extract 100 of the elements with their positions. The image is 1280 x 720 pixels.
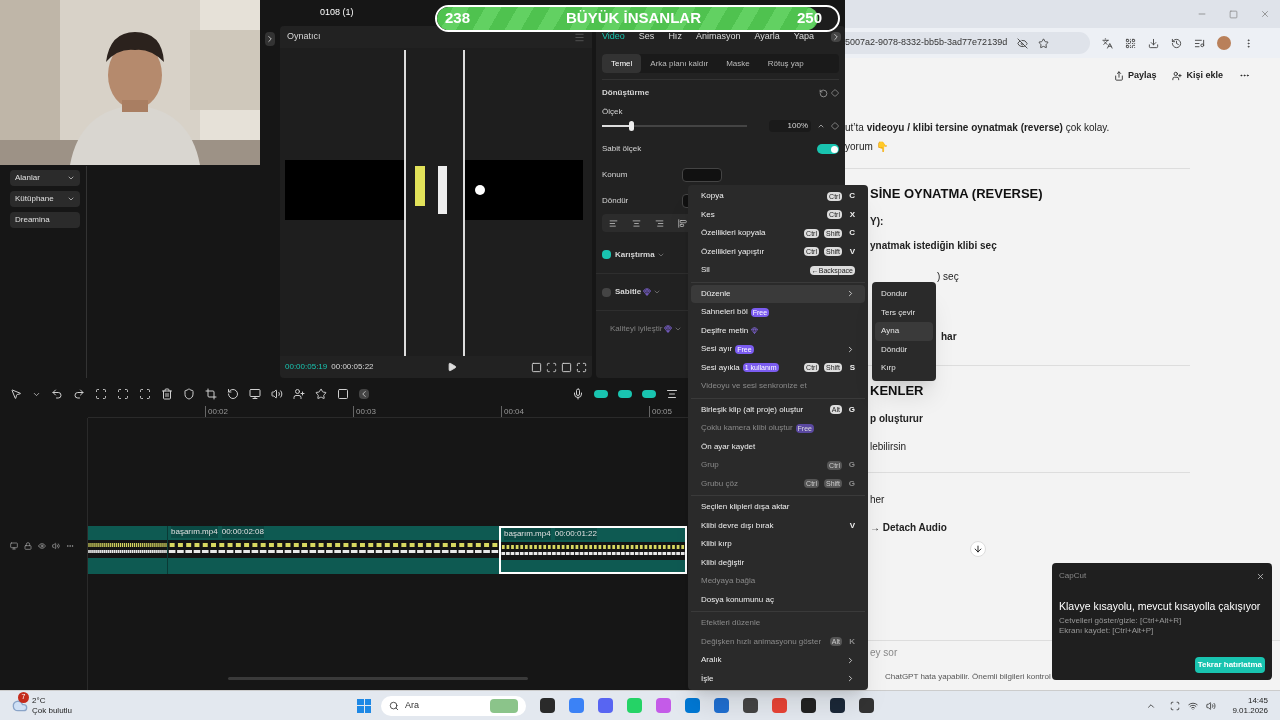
shortcut-key: C bbox=[847, 227, 855, 240]
article-text: ynatmak istediğin klibi seç bbox=[870, 238, 997, 253]
time-label: 00:04 bbox=[501, 406, 525, 417]
address-bar[interactable]: 5007a2-9078-8332-bb5b-3ad77e72139d bbox=[845, 32, 1090, 54]
clock-date[interactable]: 9.01.2026 bbox=[1232, 705, 1268, 716]
shortcut-key: V bbox=[847, 245, 855, 258]
option-label: Kaliteyi iyileştir bbox=[610, 323, 663, 335]
menu-label: Sil bbox=[701, 264, 710, 277]
time-label: 00:02 bbox=[205, 406, 229, 417]
menu-item[interactable]: Deşifre metin bbox=[691, 321, 865, 340]
total-time: 00:00:05:22 bbox=[331, 361, 374, 373]
menu-label: Deşifre metin bbox=[701, 324, 749, 337]
menu-item[interactable]: Düzenle bbox=[691, 284, 865, 303]
menu-item[interactable]: Dosya konumunu aç bbox=[691, 590, 865, 609]
window-title: 0108 (1) bbox=[320, 6, 354, 20]
menu-item[interactable]: Seçilen klipleri dışa aktar bbox=[691, 498, 865, 517]
menu-label: Değişken hızlı animasyonu göster bbox=[701, 635, 822, 648]
menu-label: Grubu çöz bbox=[701, 477, 738, 490]
subtab[interactable]: Arka planı kaldır bbox=[641, 54, 718, 73]
field-label: Sabit ölçek bbox=[602, 143, 642, 155]
subtab[interactable]: Rötuş yap bbox=[758, 54, 813, 73]
menu-label: Grup bbox=[701, 459, 719, 472]
inspector-tab[interactable]: Yapa bbox=[793, 30, 815, 44]
sidebar-item[interactable]: Alanlar bbox=[10, 170, 80, 186]
menu-label: Düzenle bbox=[701, 287, 731, 300]
subtab[interactable]: Maske bbox=[717, 54, 759, 73]
menu-label: Klibi değiştir bbox=[701, 556, 745, 569]
clock-time[interactable]: 14:45 bbox=[1247, 695, 1268, 706]
menu-item[interactable]: Döndür bbox=[875, 340, 933, 359]
article-text: ut’ta videoyu / klibi tersine oynatmak (reverse) çok kolay. bbox=[845, 122, 1110, 133]
current-time: 00:00:05:19 bbox=[285, 361, 328, 373]
menu-item[interactable]: Ön ayar kaydet bbox=[691, 437, 865, 456]
article-text: Y): bbox=[870, 214, 884, 229]
menu-label: Videoyu ve sesi senkronize et bbox=[701, 380, 807, 393]
app-name: CapCut bbox=[1059, 570, 1087, 582]
video-clip[interactable]: başarım.mp4 00:00:02:08 bbox=[167, 526, 499, 574]
time-label: 00:05 bbox=[649, 406, 673, 417]
menu-label: Özellikleri yapıştır bbox=[701, 245, 765, 258]
scale-value[interactable]: 100% bbox=[769, 120, 811, 132]
shortcut-key: X bbox=[847, 208, 855, 221]
shortcut-key: G bbox=[847, 477, 855, 490]
menu-item[interactable]: Aralık bbox=[691, 651, 865, 670]
sidebar-item[interactable]: Kütüphane bbox=[10, 191, 80, 207]
shortcut-key: V bbox=[847, 519, 855, 532]
goal-title: BÜYÜK İNSANLAR bbox=[566, 8, 701, 29]
video-clip[interactable]: başarım.mp4 00:00:01:22 bbox=[499, 526, 687, 574]
clip-name: başarım.mp4 bbox=[504, 528, 551, 540]
temperature: 2°C bbox=[32, 695, 47, 706]
menu-item[interactable]: Klibi devre dışı bırak V bbox=[691, 516, 865, 535]
menu-label: Dosya konumunu aç bbox=[701, 593, 774, 606]
menu-item[interactable]: Dondur bbox=[875, 285, 933, 304]
search-field[interactable]: Ara bbox=[381, 695, 527, 716]
notification-title: Klavye kısayolu, mevcut kısayolla çakışıyor bbox=[1059, 600, 1262, 612]
clip-name: başarım.mp4 bbox=[171, 526, 218, 538]
shortcut-key: S bbox=[847, 361, 855, 374]
inspector-tab[interactable]: Ayarla bbox=[754, 30, 780, 44]
menu-label: Seçilen klipleri dışa aktar bbox=[701, 501, 790, 514]
sidebar-item[interactable]: Dreamina bbox=[10, 212, 80, 228]
article-text: har bbox=[941, 329, 957, 344]
inspector-tab[interactable]: Ses bbox=[638, 30, 655, 44]
menu-label: İşle bbox=[701, 672, 714, 685]
article-text: lebilirsin bbox=[870, 439, 907, 454]
menu-item[interactable]: Klibi kırp bbox=[691, 535, 865, 554]
menu-item[interactable]: Ayna bbox=[875, 322, 933, 341]
goal-current: 238 bbox=[445, 8, 471, 29]
inspector-tab[interactable]: Animasyon bbox=[695, 30, 741, 44]
add-person-button[interactable]: Kişi ekle bbox=[1172, 68, 1223, 83]
inspector-tab[interactable]: Video bbox=[602, 30, 625, 44]
menu-label: Medyaya bağla bbox=[701, 575, 756, 588]
subtab[interactable]: Temel bbox=[602, 54, 642, 73]
clip-duration: 00:00:02:08 bbox=[221, 526, 264, 538]
article-text: her bbox=[870, 492, 885, 507]
field-label: Ölçek bbox=[601, 106, 624, 118]
menu-label: Birleşik klip (alt proje) oluştur bbox=[701, 403, 804, 416]
option-label: Karıştırma bbox=[615, 248, 655, 261]
article-text: KENLER bbox=[870, 382, 924, 401]
menu-item[interactable]: İşle bbox=[691, 669, 865, 688]
menu-label: Sahneleri böl bbox=[701, 306, 748, 319]
menu-item[interactable]: Klibi değiştir bbox=[691, 553, 865, 572]
menu-label: Sesi ayıkla bbox=[701, 361, 740, 374]
shortcut-key: G bbox=[847, 459, 855, 472]
field-label: Konum bbox=[602, 169, 629, 181]
menu-label: Klibi devre dışı bırak bbox=[701, 519, 774, 532]
panel-title: Oynatıcı bbox=[287, 30, 321, 44]
menu-label: Kes bbox=[701, 208, 715, 221]
inspector-tab[interactable]: Hız bbox=[668, 30, 682, 44]
disclaimer-text: ChatGPT hata yapabilir. Önemli bilgileri kontrol bbox=[885, 671, 1051, 683]
article-text: ) seç bbox=[937, 269, 959, 284]
menu-label: Sesi ayır bbox=[701, 343, 733, 356]
menu-item[interactable]: Ters çevir bbox=[875, 303, 933, 322]
shortcut-key: G bbox=[847, 403, 855, 416]
notification-text: Ekranı kaydet: [Ctrl+Alt+P] bbox=[1059, 626, 1155, 636]
shortcut-key: C bbox=[847, 190, 855, 203]
menu-label: Efektleri düzenle bbox=[701, 617, 761, 630]
weather-text: Çok bulutlu bbox=[32, 705, 73, 716]
clip-duration: 00:00:01:22 bbox=[554, 528, 597, 540]
article-text: → Detach Audio bbox=[870, 520, 947, 535]
menu-label: Kopya bbox=[701, 190, 724, 203]
share-button[interactable]: Paylaş bbox=[1113, 68, 1157, 83]
menu-item[interactable]: Kırp bbox=[875, 359, 933, 378]
